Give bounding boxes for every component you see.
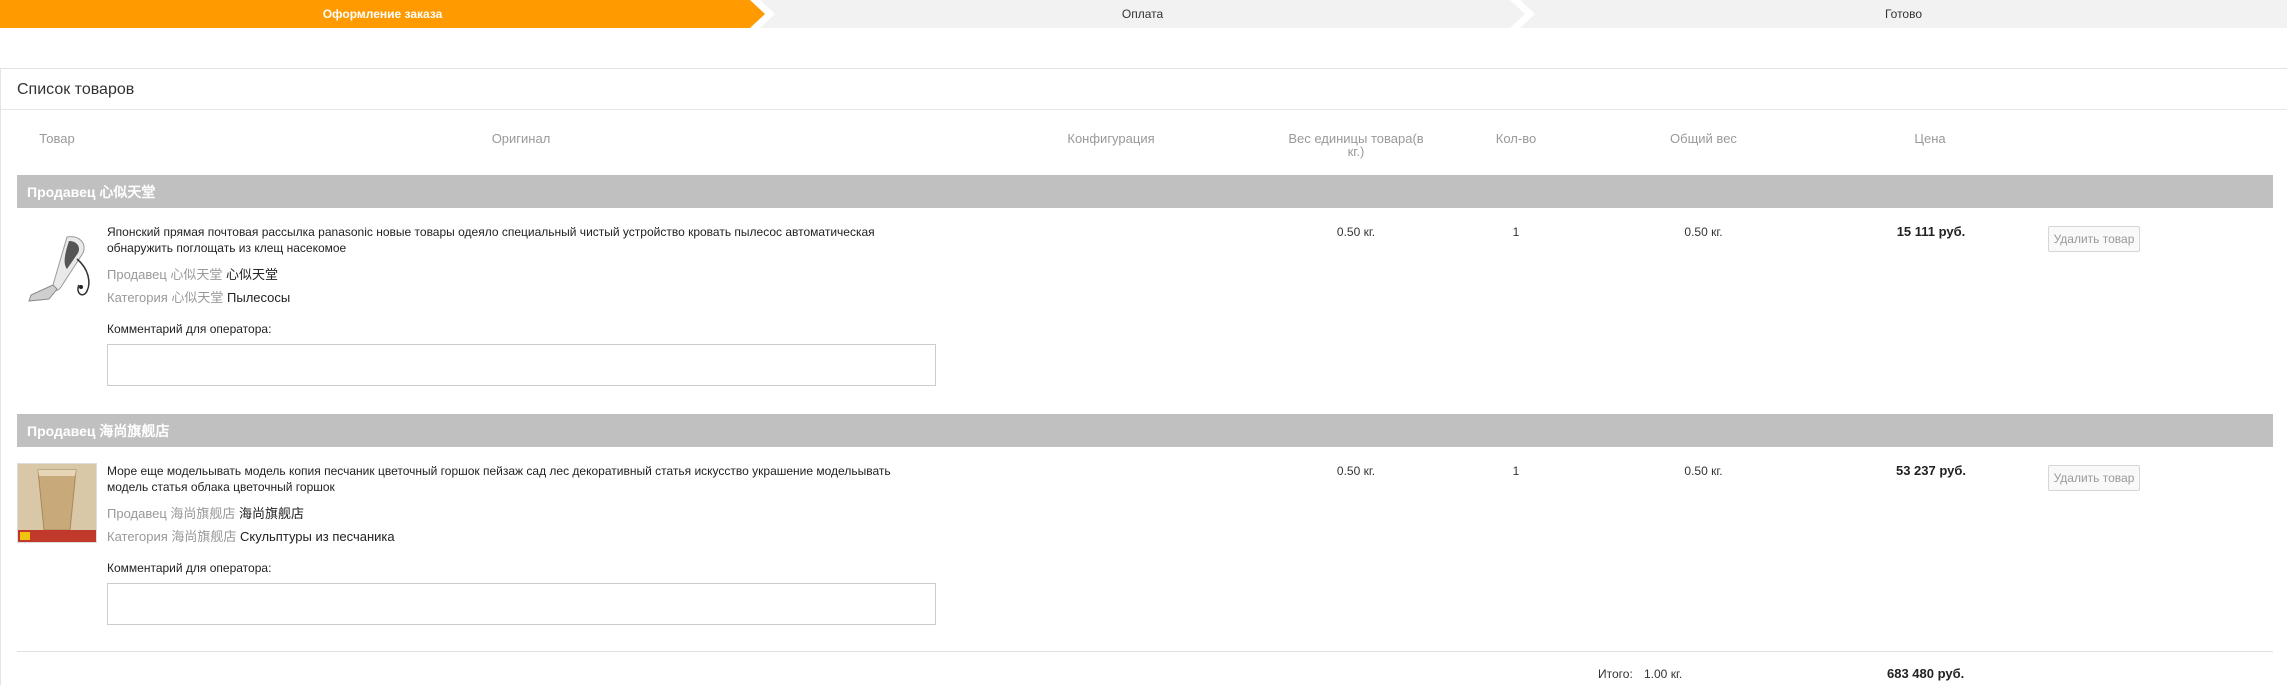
col-original: Оригинал [491, 131, 551, 146]
product-category: Категория 心似天堂 Пылесосы [107, 287, 290, 306]
step-label: Оформление заказа [322, 7, 443, 21]
step-label: Готово [1884, 7, 1923, 21]
divider [1, 109, 2287, 110]
unit-weight: 0.50 кг. [1336, 464, 1376, 478]
col-product: Товар [39, 131, 75, 146]
category-value[interactable]: Пылесосы [227, 290, 290, 305]
product-title[interactable]: Японский прямая почтовая рассылка panaso… [107, 224, 927, 256]
category-label: Категория 心似天堂 [107, 290, 224, 305]
comment-label: Комментарий для оператора: [107, 561, 272, 575]
seller-value[interactable]: 心似天堂 [226, 267, 278, 282]
comment-label: Комментарий для оператора: [107, 322, 272, 336]
quantity: 1 [1512, 464, 1520, 478]
divider [17, 651, 2273, 652]
category-label: Категория 海尚旗舰店 [107, 529, 237, 544]
col-configuration: Конфигурация [1067, 131, 1155, 146]
total-price: 683 480 руб. [1887, 666, 1965, 681]
product-seller: Продавец 心似天堂 心似天堂 [107, 264, 278, 283]
col-unit-weight: Вес единицы товара(в кг.) [1288, 131, 1424, 159]
seller-bar: Продавец 心似天堂 [17, 175, 2273, 208]
seller-label: Продавец 心似天堂 [107, 267, 223, 282]
products-panel: Список товаров Товар Оригинал Конфигурац… [0, 68, 2287, 685]
delete-item-button[interactable]: Удалить товар [2048, 465, 2140, 491]
delete-item-button[interactable]: Удалить товар [2048, 226, 2140, 252]
product-category: Категория 海尚旗舰店 Скульптуры из песчаника [107, 526, 395, 545]
flower-pot-image[interactable] [17, 463, 97, 543]
step-checkout: Оформление заказа [0, 0, 765, 28]
comment-field[interactable] [107, 583, 936, 625]
checkout-steps: Оформление заказа Оплата Готово [0, 0, 2287, 28]
price: 15 111 руб. [1896, 224, 1966, 239]
product-title[interactable]: Море еще модельывать модель копия песчан… [107, 463, 927, 495]
product-seller: Продавец 海尚旗舰店 海尚旗舰店 [107, 503, 304, 522]
step-payment: Оплата [760, 0, 1525, 28]
comment-field[interactable] [107, 344, 936, 386]
price: 53 237 руб. [1895, 463, 1966, 478]
col-total-weight: Общий вес [1670, 131, 1737, 146]
total-label: Итого: [1598, 667, 1633, 681]
total-weight: 0.50 кг. [1684, 225, 1723, 239]
total-weight: 1.00 кг. [1644, 667, 1683, 681]
unit-weight: 0.50 кг. [1336, 225, 1376, 239]
panel-title: Список товаров [17, 81, 135, 98]
vacuum-cleaner-image[interactable] [17, 229, 97, 309]
step-label: Оплата [1121, 7, 1164, 21]
seller-label: Продавец 海尚旗舰店 [107, 506, 236, 521]
seller-value[interactable]: 海尚旗舰店 [239, 506, 304, 521]
quantity: 1 [1512, 225, 1520, 239]
total-weight: 0.50 кг. [1684, 464, 1723, 478]
seller-bar: Продавец 海尚旗舰店 [17, 414, 2273, 447]
col-quantity: Кол-во [1495, 131, 1537, 146]
category-value[interactable]: Скульптуры из песчаника [240, 529, 395, 544]
step-done: Готово [1520, 0, 2287, 28]
col-price: Цена [1914, 131, 1946, 146]
